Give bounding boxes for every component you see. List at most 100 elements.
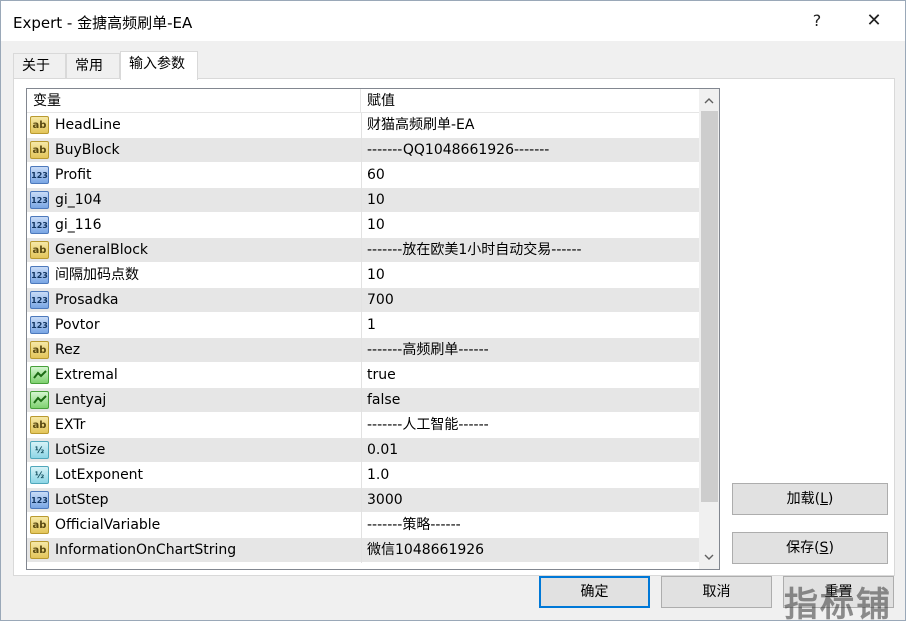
parameter-value[interactable]: 3000: [367, 488, 697, 513]
tab-about[interactable]: 关于: [13, 53, 66, 79]
column-divider: [361, 338, 362, 363]
close-button[interactable]: ✕: [859, 7, 889, 35]
column-divider: [361, 413, 362, 438]
ok-button[interactable]: 确定: [539, 576, 650, 608]
tab-input-parameters[interactable]: 输入参数: [120, 51, 198, 80]
parameter-value[interactable]: 1.0: [367, 463, 697, 488]
parameter-value[interactable]: 10: [367, 263, 697, 288]
table-row[interactable]: 123 Prosadka 700: [27, 288, 699, 313]
column-divider: [361, 488, 362, 513]
column-divider: [361, 513, 362, 538]
parameter-value[interactable]: false: [367, 388, 697, 413]
parameter-value[interactable]: -------策略------: [367, 513, 697, 538]
parameter-name: BuyBlock: [55, 142, 120, 158]
parameter-value[interactable]: true: [367, 363, 697, 388]
parameter-value[interactable]: 700: [367, 288, 697, 313]
parameter-value[interactable]: 财猫高频刷单-EA: [367, 113, 697, 138]
int-type-icon: 123: [30, 166, 49, 184]
table-row[interactable]: ab Rez -------高频刷单------: [27, 338, 699, 363]
parameter-name: Rez: [55, 342, 81, 358]
parameter-name: OfficialVariable: [55, 517, 161, 533]
string-type-icon: ab: [30, 516, 49, 534]
column-divider: [361, 263, 362, 288]
chevron-down-icon[interactable]: [699, 547, 719, 567]
parameter-name: gi_116: [55, 217, 102, 233]
table-row[interactable]: ab InformationOnChartString 微信1048661926: [27, 538, 699, 563]
parameter-value[interactable]: 0.01: [367, 438, 697, 463]
save-button[interactable]: 保存(S): [732, 532, 888, 564]
vertical-scrollbar[interactable]: [699, 89, 719, 569]
help-button[interactable]: ?: [802, 7, 832, 35]
string-type-icon: ab: [30, 541, 49, 559]
table-row[interactable]: 123 gi_104 10: [27, 188, 699, 213]
string-type-icon: ab: [30, 416, 49, 434]
parameter-value[interactable]: -------人工智能------: [367, 413, 697, 438]
column-divider: [361, 138, 362, 163]
parameter-value[interactable]: 1: [367, 313, 697, 338]
parameter-name: Extremal: [55, 367, 118, 383]
double-type-icon: ½: [30, 441, 49, 459]
parameter-name: Lentyaj: [55, 392, 107, 408]
table-row[interactable]: Lentyaj false: [27, 388, 699, 413]
int-type-icon: 123: [30, 191, 49, 209]
parameter-rows: ab HeadLine 财猫高频刷单-EA ab BuyBlock -------QQ10…: [27, 113, 699, 563]
load-button[interactable]: 加载(L): [732, 483, 888, 515]
table-row[interactable]: 123 LotStep 3000: [27, 488, 699, 513]
parameter-name: EXTr: [55, 417, 86, 433]
column-divider: [361, 288, 362, 313]
parameter-name: GeneralBlock: [55, 242, 149, 258]
chevron-up-icon[interactable]: [699, 91, 719, 111]
tab-common[interactable]: 常用: [66, 53, 120, 79]
int-type-icon: 123: [30, 291, 49, 309]
table-row[interactable]: ab EXTr -------人工智能------: [27, 413, 699, 438]
string-type-icon: ab: [30, 116, 49, 134]
column-divider: [361, 213, 362, 238]
column-header-variable[interactable]: 变量: [27, 89, 361, 113]
table-row[interactable]: 123 Profit 60: [27, 163, 699, 188]
table-row[interactable]: ½ LotSize 0.01: [27, 438, 699, 463]
watermark-logo: 指标铺: [784, 585, 892, 621]
window-title: Expert - 金搪高频刷单-EA: [13, 14, 193, 32]
expert-dialog: Expert - 金搪高频刷单-EA ? ✕ 关于 常用 输入参数 变量 赋值 …: [0, 0, 906, 621]
int-type-icon: 123: [30, 266, 49, 284]
table-row[interactable]: ½ LotExponent 1.0: [27, 463, 699, 488]
parameter-value[interactable]: 10: [367, 213, 697, 238]
parameter-value[interactable]: -------高频刷单------: [367, 338, 697, 363]
column-divider: [361, 438, 362, 463]
table-row[interactable]: ab OfficialVariable -------策略------: [27, 513, 699, 538]
table-row[interactable]: ab BuyBlock -------QQ1048661926-------: [27, 138, 699, 163]
parameter-value[interactable]: 60: [367, 163, 697, 188]
parameter-name: gi_104: [55, 192, 102, 208]
table-row[interactable]: 123 gi_116 10: [27, 213, 699, 238]
double-type-icon: ½: [30, 466, 49, 484]
column-header-value[interactable]: 赋值: [361, 89, 699, 113]
tab-panel-input-parameters: 变量 赋值 ab HeadLine 财猫高频刷单-EA ab BuyBlock -----…: [13, 78, 895, 576]
parameter-name: Profit: [55, 167, 92, 183]
int-type-icon: 123: [30, 316, 49, 334]
table-row[interactable]: ab GeneralBlock -------放在欧美1小时自动交易------: [27, 238, 699, 263]
int-type-icon: 123: [30, 491, 49, 509]
parameter-name: 间隔加码点数: [55, 267, 139, 283]
scrollbar-thumb[interactable]: [701, 111, 718, 502]
table-row[interactable]: 123 Povtor 1: [27, 313, 699, 338]
cancel-button[interactable]: 取消: [661, 576, 772, 608]
string-type-icon: ab: [30, 241, 49, 259]
parameter-value[interactable]: -------QQ1048661926-------: [367, 138, 697, 163]
parameter-name: LotExponent: [55, 467, 144, 483]
table-row[interactable]: Extremal true: [27, 363, 699, 388]
parameter-value[interactable]: 10: [367, 188, 697, 213]
table-row[interactable]: 123 间隔加码点数 10: [27, 263, 699, 288]
parameter-value[interactable]: -------放在欧美1小时自动交易------: [367, 238, 697, 263]
column-divider: [361, 463, 362, 488]
string-type-icon: ab: [30, 341, 49, 359]
parameter-name: HeadLine: [55, 117, 121, 133]
column-divider: [361, 363, 362, 388]
parameter-value[interactable]: 微信1048661926: [367, 538, 697, 563]
parameters-grid: 变量 赋值 ab HeadLine 财猫高频刷单-EA ab BuyBlock -----…: [26, 88, 720, 570]
bool-type-icon: [30, 391, 49, 409]
parameter-name: LotStep: [55, 492, 109, 508]
table-row[interactable]: ab HeadLine 财猫高频刷单-EA: [27, 113, 699, 138]
column-divider: [361, 388, 362, 413]
bool-type-icon: [30, 366, 49, 384]
parameter-name: Prosadka: [55, 292, 119, 308]
